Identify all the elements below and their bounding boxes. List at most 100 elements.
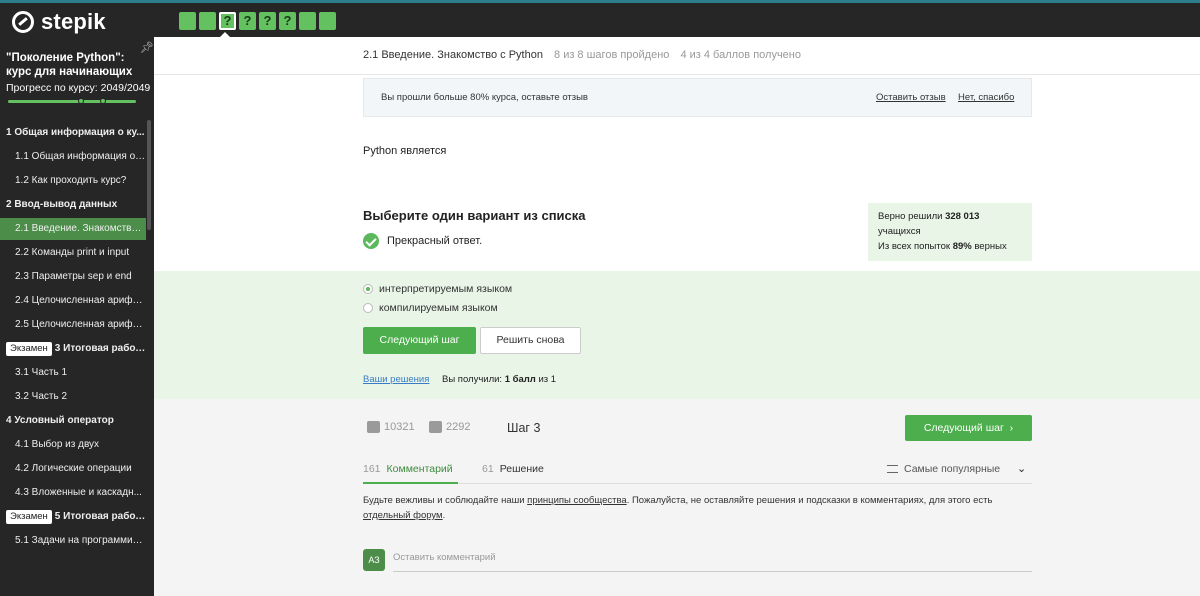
solutions-tab-label: Решение bbox=[499, 463, 544, 475]
course-title[interactable]: "Поколение Python": курс для начинающих bbox=[6, 51, 136, 79]
sidebar-scrollbar[interactable] bbox=[147, 120, 151, 230]
chevron-down-icon[interactable]: ⌄ bbox=[1017, 462, 1026, 475]
sidebar-lesson[interactable]: 5.1 Задачи на программир... bbox=[0, 530, 146, 552]
step-6[interactable]: ? bbox=[279, 12, 296, 30]
like-button[interactable]: 10321 bbox=[367, 421, 415, 433]
step-4[interactable]: ? bbox=[239, 12, 256, 30]
stats-solved-label: Верно решили bbox=[878, 211, 946, 222]
stats-percent: 89% bbox=[952, 241, 972, 252]
top-bar: stepik ? ? ? ? bbox=[0, 0, 1200, 38]
sort-icon bbox=[887, 465, 898, 473]
sidebar-lesson[interactable]: 2.2 Команды print и input bbox=[0, 242, 146, 264]
sidebar-section[interactable]: 1 Общая информация о ку... bbox=[0, 122, 146, 144]
step-8[interactable] bbox=[319, 12, 336, 30]
sidebar-lesson[interactable]: 2.4 Целочисленная арифм... bbox=[0, 290, 146, 312]
no-thanks-link[interactable]: Нет, спасибо bbox=[958, 92, 1014, 103]
option-interpreted[interactable]: интерпретируемым языком bbox=[363, 283, 512, 295]
progress-marker bbox=[100, 98, 106, 104]
sidebar-item-label: 4 Условный оператор bbox=[6, 415, 114, 426]
sidebar-lesson[interactable]: 3.1 Часть 1 bbox=[0, 362, 146, 384]
lesson-title: 2.1 Введение. Знакомство с Python bbox=[363, 49, 543, 61]
step-navigation: ? ? ? ? bbox=[179, 12, 336, 30]
sidebar-item-label: 4.1 Выбор из двух bbox=[15, 439, 100, 450]
pin-icon[interactable]: 📌︎ bbox=[140, 41, 154, 54]
your-solutions-link[interactable]: Ваши решения bbox=[363, 374, 429, 385]
stats-students-label: учащихся bbox=[878, 226, 921, 237]
step-2[interactable] bbox=[199, 12, 216, 30]
sidebar-section[interactable]: Экзамен 5 Итоговая работа... bbox=[0, 506, 146, 528]
question-text: Python является bbox=[363, 145, 447, 157]
stats-correct-label: верных bbox=[971, 241, 1007, 252]
stepik-logo[interactable]: stepik bbox=[12, 9, 106, 35]
discussion-tabs: 161 Комментарий 61 Решение Самые популярны… bbox=[363, 454, 1032, 484]
sidebar-item-label: 4.3 Вложенные и каскадн... bbox=[15, 487, 142, 498]
dislike-button[interactable]: 2292 bbox=[429, 421, 470, 433]
sidebar-item-label: 5 Итоговая работа... bbox=[54, 511, 146, 522]
comments-tab-label: Комментарий bbox=[386, 463, 453, 475]
logo-text: stepik bbox=[41, 9, 106, 34]
sidebar-item-label: 2.1 Введение. Знакомство ... bbox=[15, 223, 146, 234]
solutions-row: Ваши решения Вы получили: 1 балл из 1 bbox=[363, 374, 556, 385]
forum-link[interactable]: отдельный форум bbox=[363, 510, 443, 521]
comments-count: 161 bbox=[363, 463, 381, 475]
sidebar-section[interactable]: 2 Ввод-вывод данных bbox=[0, 194, 146, 216]
solve-again-button[interactable]: Решить снова bbox=[480, 327, 581, 354]
community-principles-link[interactable]: принципы сообщества bbox=[527, 495, 627, 506]
sidebar-item-label: 3.1 Часть 1 bbox=[15, 367, 68, 378]
sidebar-lesson[interactable]: 3.2 Часть 2 bbox=[0, 386, 146, 408]
step-number: Шаг 3 bbox=[507, 421, 541, 435]
sidebar-lesson[interactable]: 4.1 Выбор из двух bbox=[0, 434, 146, 456]
comment-input[interactable]: Оставить комментарий bbox=[393, 552, 1032, 572]
main-content: 2.1 Введение. Знакомство с Python 8 из 8… bbox=[154, 37, 1200, 596]
course-sidebar: 📌︎ "Поколение Python": курс для начинающ… bbox=[0, 37, 154, 596]
sidebar-lesson[interactable]: 1.2 Как проходить курс? bbox=[0, 170, 146, 192]
sidebar-lesson[interactable]: 2.1 Введение. Знакомство ... bbox=[0, 218, 146, 240]
sidebar-lesson[interactable]: 4.3 Вложенные и каскадн... bbox=[0, 482, 146, 504]
steps-done: 8 из 8 шагов пройдено bbox=[554, 49, 670, 61]
radio-selected[interactable] bbox=[363, 284, 373, 294]
progress-marker bbox=[78, 98, 84, 104]
tab-comments[interactable]: 161 Комментарий bbox=[363, 463, 453, 475]
sidebar-item-label: 1 Общая информация о ку... bbox=[6, 127, 145, 138]
like-count: 10321 bbox=[384, 421, 415, 433]
sidebar-item-label: 2.5 Целочисленная арифм... bbox=[15, 319, 146, 330]
check-circle-icon bbox=[363, 233, 379, 249]
step-7[interactable] bbox=[299, 12, 316, 30]
leave-review-link[interactable]: Оставить отзыв bbox=[876, 92, 946, 103]
thumbs-down-icon bbox=[429, 421, 442, 433]
sidebar-section[interactable]: 4 Условный оператор bbox=[0, 410, 146, 432]
community-rules-text: Будьте вежливы и соблюдайте наши принцип… bbox=[363, 493, 1032, 523]
step-5[interactable]: ? bbox=[259, 12, 276, 30]
sort-label: Самые популярные bbox=[904, 463, 1001, 475]
active-tab-underline bbox=[363, 482, 458, 484]
next-step-button[interactable]: Следующий шаг bbox=[363, 327, 476, 354]
sidebar-item-label: 2 Ввод-вывод данных bbox=[6, 199, 118, 210]
sidebar-lesson[interactable]: 1.1 Общая информация о ... bbox=[0, 146, 146, 168]
sort-dropdown[interactable]: Самые популярные bbox=[887, 463, 1000, 475]
sidebar-item-label: 2.3 Параметры sep и end bbox=[15, 271, 132, 282]
chevron-right-icon: › bbox=[1006, 422, 1014, 434]
sidebar-item-label: 3.2 Часть 2 bbox=[15, 391, 68, 402]
score-value: 1 балл bbox=[504, 374, 536, 385]
sidebar-lesson[interactable]: 2.5 Целочисленная арифм... bbox=[0, 314, 146, 336]
solve-stats: Верно решили 328 013 учащихся Из всех по… bbox=[868, 203, 1032, 261]
feedback-row: Прекрасный ответ. bbox=[363, 233, 482, 249]
tab-solutions[interactable]: 61 Решение bbox=[482, 463, 544, 475]
step-1[interactable] bbox=[179, 12, 196, 30]
sidebar-section[interactable]: Экзамен 3 Итоговая работа... bbox=[0, 338, 146, 360]
option-label: компилируемым языком bbox=[379, 302, 498, 314]
next-step-button-footer[interactable]: Следующий шаг › bbox=[905, 415, 1032, 441]
exam-badge: Экзамен bbox=[6, 510, 52, 524]
radio-unselected[interactable] bbox=[363, 303, 373, 313]
sidebar-lesson[interactable]: 4.2 Логические операции bbox=[0, 458, 146, 480]
option-compiled[interactable]: компилируемым языком bbox=[363, 302, 498, 314]
sidebar-item-label: 1.1 Общая информация о ... bbox=[15, 151, 146, 162]
points-earned: 4 из 4 баллов получено bbox=[680, 49, 801, 61]
step-3-current[interactable]: ? bbox=[219, 12, 236, 30]
course-progress-bar bbox=[8, 98, 136, 104]
choose-one-heading: Выберите один вариант из списка bbox=[363, 208, 586, 223]
stepik-logo-icon bbox=[12, 11, 34, 33]
sidebar-lesson[interactable]: 2.3 Параметры sep и end bbox=[0, 266, 146, 288]
rules-text-c: . bbox=[442, 510, 446, 521]
sidebar-item-label: 5.1 Задачи на программир... bbox=[15, 535, 146, 546]
